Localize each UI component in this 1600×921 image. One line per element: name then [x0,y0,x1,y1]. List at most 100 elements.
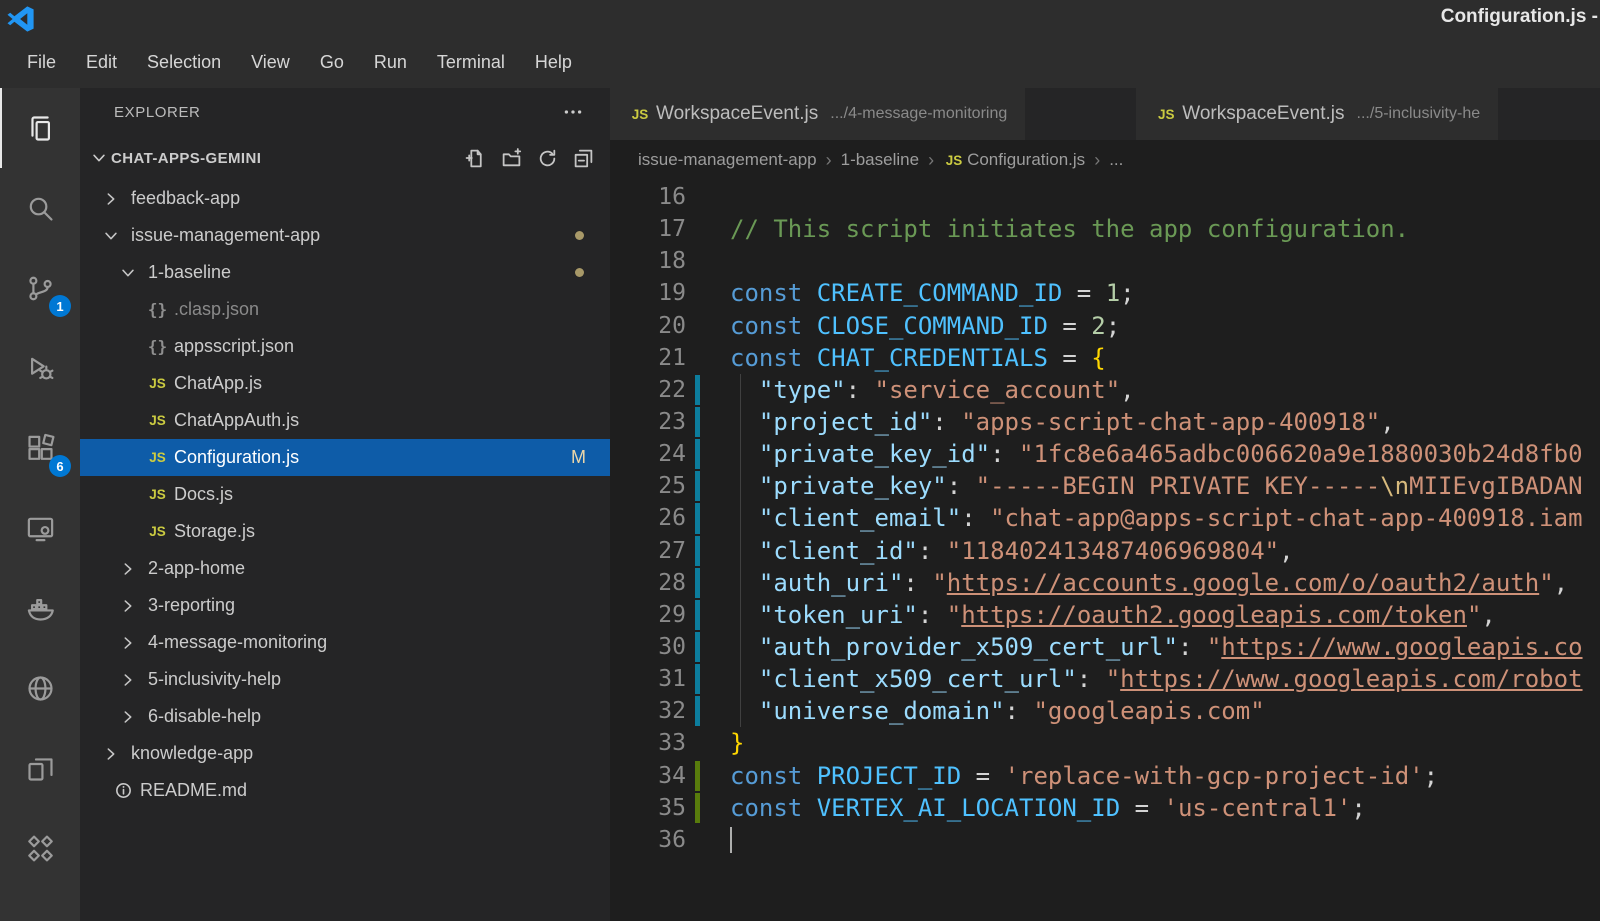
code-line[interactable]: 29 "token_uri": "https://oauth2.googleap… [610,599,1600,631]
line-number[interactable]: 24 [610,438,686,470]
line-number[interactable]: 29 [610,599,686,631]
tree-item-storage-js[interactable]: JSStorage.js [80,513,610,550]
menu-item-edit[interactable]: Edit [71,46,132,79]
code-line[interactable]: 20 const CLOSE_COMMAND_ID = 2; [610,310,1600,342]
code-line-text[interactable]: "token_uri": "https://oauth2.googleapis.… [708,599,1600,631]
code-line[interactable]: 33} [610,727,1600,759]
code-line[interactable]: 25 "private_key": "-----BEGIN PRIVATE KE… [610,470,1600,502]
activity-search[interactable] [0,168,80,248]
code-line-text[interactable]: "private_key": "-----BEGIN PRIVATE KEY--… [708,470,1600,502]
line-number[interactable]: 22 [610,374,686,406]
code-line[interactable]: 19 const CREATE_COMMAND_ID = 1; [610,277,1600,309]
line-number[interactable]: 28 [610,567,686,599]
code-line-text[interactable]: "client_x509_cert_url": "https://www.goo… [708,663,1600,695]
activity-run-debug[interactable] [0,328,80,408]
tree-item-issue-management-app[interactable]: issue-management-app [80,217,610,254]
code-line-text[interactable]: "private_key_id": "1fc8e6a465adbc006620a… [708,438,1600,470]
code-line-text[interactable]: "universe_domain": "googleapis.com" [708,695,1600,727]
code-line-text[interactable]: // This script initiates the app configu… [708,213,1600,245]
breadcrumb-item[interactable]: ... [1109,150,1123,170]
tree-item-chatapp-js[interactable]: JSChatApp.js [80,365,610,402]
code-line-text[interactable]: const CHAT_CREDENTIALS = { [708,342,1600,374]
code-line[interactable]: 16 [610,181,1600,213]
code-line[interactable]: 30 "auth_provider_x509_cert_url": "https… [610,631,1600,663]
code-line[interactable]: 34 const PROJECT_ID = 'replace-with-gcp-p… [610,760,1600,792]
code-line-text[interactable]: "auth_uri": "https://accounts.google.com… [708,567,1600,599]
activity-live-preview[interactable] [0,488,80,568]
code-line-text[interactable]: const CLOSE_COMMAND_ID = 2; [708,310,1600,342]
line-number[interactable]: 30 [610,631,686,663]
menu-item-view[interactable]: View [236,46,305,79]
editor-tab[interactable]: JSWorkspaceEvent.js.../5-inclusivity-he [1136,88,1498,140]
tree-item-readme-md[interactable]: README.md [80,772,610,809]
workspace-section-header[interactable]: CHAT-APPS-GEMINI [80,136,610,180]
activity-explorer[interactable] [0,88,80,168]
line-number[interactable]: 18 [610,245,686,277]
code-line[interactable]: 23 "project_id": "apps-script-chat-app-4… [610,406,1600,438]
line-number[interactable]: 27 [610,535,686,567]
code-editor[interactable]: 1617 // This script initiates the app con… [610,180,1600,921]
menu-item-go[interactable]: Go [305,46,359,79]
activity-web-globe[interactable] [0,648,80,728]
code-line-text[interactable]: const PROJECT_ID = 'replace-with-gcp-pro… [708,760,1600,792]
breadcrumb-item[interactable]: issue-management-app [638,150,817,170]
code-line[interactable]: 18 [610,245,1600,277]
breadcrumb-item[interactable]: JSConfiguration.js [943,150,1085,170]
code-line[interactable]: 35 const VERTEX_AI_LOCATION_ID = 'us-cent… [610,792,1600,824]
code-line[interactable]: 27 "client_id": "118402413487406969804", [610,535,1600,567]
menu-item-terminal[interactable]: Terminal [422,46,520,79]
line-number[interactable]: 23 [610,406,686,438]
tree-item-knowledge-app[interactable]: knowledge-app [80,735,610,772]
line-number[interactable]: 32 [610,695,686,727]
code-line-text[interactable]: } [708,727,1600,759]
tree-item-6-disable-help[interactable]: 6-disable-help [80,698,610,735]
more-actions-button[interactable] [562,101,584,123]
new-folder-button[interactable] [501,148,522,169]
line-number[interactable]: 20 [610,310,686,342]
collapse-all-button[interactable] [573,148,594,169]
breadcrumb-item[interactable]: 1-baseline [841,150,919,170]
line-number[interactable]: 26 [610,502,686,534]
code-line-text[interactable] [708,824,1600,856]
activity-source-control[interactable]: 1 [0,248,80,328]
tree-item-configuration-js[interactable]: JSConfiguration.jsM [80,439,610,476]
code-line-text[interactable]: "project_id": "apps-script-chat-app-4009… [708,406,1600,438]
activity-gemini-code-assist[interactable] [0,808,80,888]
tree-item-5-inclusivity-help[interactable]: 5-inclusivity-help [80,661,610,698]
tree-item-4-message-monitoring[interactable]: 4-message-monitoring [80,624,610,661]
tree-item-3-reporting[interactable]: 3-reporting [80,587,610,624]
tree-item--clasp-json[interactable]: {}.clasp.json [80,291,610,328]
tree-item-chatappauth-js[interactable]: JSChatAppAuth.js [80,402,610,439]
code-line-text[interactable]: const VERTEX_AI_LOCATION_ID = 'us-centra… [708,792,1600,824]
activity-extensions[interactable]: 6 [0,408,80,488]
code-line-text[interactable]: "client_id": "118402413487406969804", [708,535,1600,567]
code-line-text[interactable]: "client_email": "chat-app@apps-script-ch… [708,502,1600,534]
line-number[interactable]: 19 [610,277,686,309]
menu-item-run[interactable]: Run [359,46,422,79]
code-line-text[interactable]: "type": "service_account", [708,374,1600,406]
tree-item-2-app-home[interactable]: 2-app-home [80,550,610,587]
new-file-button[interactable] [465,148,486,169]
activity-docker[interactable] [0,568,80,648]
code-line-text[interactable] [708,245,1600,277]
code-line-text[interactable] [708,181,1600,213]
code-line[interactable]: 31 "client_x509_cert_url": "https://www.… [610,663,1600,695]
tree-item-docs-js[interactable]: JSDocs.js [80,476,610,513]
code-line-text[interactable]: const CREATE_COMMAND_ID = 1; [708,277,1600,309]
code-line[interactable]: 17 // This script initiates the app confi… [610,213,1600,245]
tree-item-appsscript-json[interactable]: {}appsscript.json [80,328,610,365]
line-number[interactable]: 17 [610,213,686,245]
code-line[interactable]: 36 [610,824,1600,856]
menu-item-file[interactable]: File [12,46,71,79]
editor-tab[interactable]: JSWorkspaceEvent.js.../4-message-monitor… [610,88,1025,140]
line-number[interactable]: 34 [610,760,686,792]
line-number[interactable]: 35 [610,792,686,824]
line-number[interactable]: 16 [610,181,686,213]
code-line[interactable]: 21 const CHAT_CREDENTIALS = { [610,342,1600,374]
menu-item-help[interactable]: Help [520,46,587,79]
line-number[interactable]: 21 [610,342,686,374]
menu-item-selection[interactable]: Selection [132,46,236,79]
code-line[interactable]: 22 "type": "service_account", [610,374,1600,406]
line-number[interactable]: 25 [610,470,686,502]
code-line[interactable]: 32 "universe_domain": "googleapis.com" [610,695,1600,727]
